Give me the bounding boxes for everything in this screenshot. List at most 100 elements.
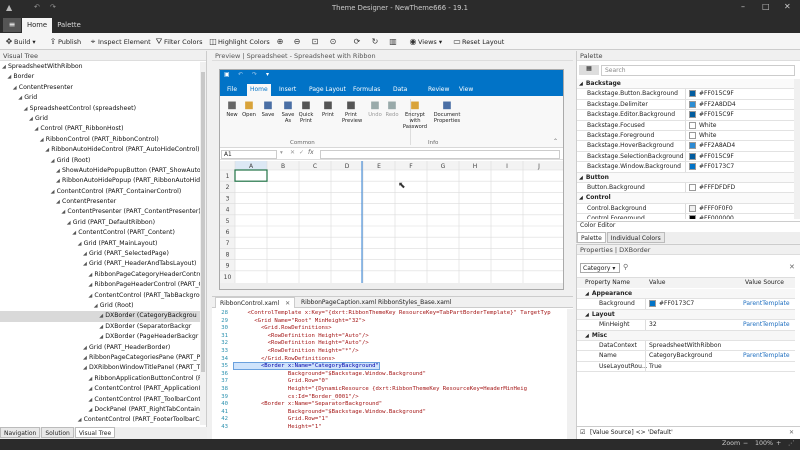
row-header[interactable]: 5 (226, 218, 230, 225)
ribbon-button[interactable]: ■ Document Properties (431, 99, 463, 124)
active-cell[interactable] (234, 169, 268, 182)
row-header[interactable]: 2 (226, 184, 230, 191)
collapse-icon[interactable]: ◢ (585, 312, 589, 318)
property-value[interactable]: 32 (645, 320, 657, 330)
ribbon-button[interactable]: ■ Save As (279, 99, 297, 124)
tree-item[interactable]: ◢ DXBorder (CategoryBackgrou (0, 311, 200, 322)
ribbon-button[interactable]: ■ Print (319, 99, 337, 118)
tree-item[interactable]: ◢ Control (PART_RibbonHost) (0, 124, 200, 134)
collapse-icon[interactable]: ◢ (579, 81, 583, 87)
tree-item[interactable]: ◢ Grid (Root) (0, 156, 200, 166)
tree-item[interactable]: ◢ Grid (PART_DefaultRibbon) (0, 218, 200, 228)
palette-group-header[interactable]: ◢ Button (577, 172, 794, 183)
palette-row[interactable]: Backstage.SelectionBackground #FF015C9F (577, 151, 794, 163)
inspect-element-button[interactable]: ⌖ Inspect Element (88, 35, 151, 48)
tab-close-icon[interactable]: ✕ (283, 300, 290, 307)
editor-tab[interactable]: RibbonPageCaption.xaml (297, 297, 380, 308)
palette-row[interactable]: Button.Background #FFFDFDFD (577, 182, 794, 194)
tree-item[interactable]: ◢ Grid (Root) (0, 301, 200, 311)
sheet-grid[interactable]: A B C D E F G H I J12345678910⬉ (220, 161, 563, 289)
column-header[interactable]: D (345, 163, 350, 170)
ribbon-button[interactable]: ■ Open (240, 99, 258, 118)
column-header[interactable]: B (281, 163, 285, 170)
column-header[interactable]: E (377, 163, 381, 170)
zoom-actual-button[interactable]: ⊙ (328, 35, 338, 48)
rotate-button[interactable]: ↻ (370, 35, 380, 48)
palette-row[interactable]: Backstage.Button.Background #FF015C9F (577, 89, 794, 100)
tree-item[interactable]: ◢ RibbonAutoHidePopup (PART_RibbonAutoHid… (0, 176, 200, 186)
sort-mode-select[interactable]: Category ▾ (580, 263, 620, 273)
tree-item[interactable]: ◢ DockPanel (PART_RightTabContainer (0, 405, 200, 415)
tree-item[interactable]: ◢ DXBorder (PageHeaderBackgr (0, 332, 200, 342)
property-section-header[interactable]: ◢ Layout (577, 309, 795, 321)
tree-item[interactable]: ◢ SpreadsheetWithRibbon (0, 62, 200, 72)
palette-row[interactable]: Control.Foreground #FF000000 (577, 214, 794, 219)
tree-item[interactable]: ◢ ContentControl (PART_ToolbarConte (0, 395, 200, 405)
palette-search-input[interactable]: Search (601, 65, 795, 76)
ribbon-tab[interactable]: Review (425, 84, 452, 96)
property-section-header[interactable]: ◢ Appearance (577, 289, 795, 300)
publish-button[interactable]: ⇪ Publish (48, 35, 82, 48)
property-row[interactable]: UseLayoutRou... True (577, 361, 795, 373)
tab-solution[interactable]: Solution (41, 427, 74, 438)
tree-item[interactable]: ◢ RibbonPageCategoriesPane (PART_P (0, 353, 200, 363)
formula-cancel-icon[interactable]: ✕ (290, 149, 295, 156)
tree-item[interactable]: ◢ Grid (0, 114, 200, 124)
properties-search-icon[interactable]: ⚲ (623, 263, 628, 271)
ribbon-tab[interactable]: Formulas (350, 84, 383, 96)
palette-group-header[interactable]: ◢ Control (577, 193, 794, 204)
color-editor-header[interactable]: Color Editor (577, 221, 800, 231)
column-header[interactable]: F (409, 163, 413, 170)
property-section-header[interactable]: ◢ Misc (577, 330, 795, 341)
views-button[interactable]: ◉ Views ▾ (408, 35, 443, 48)
property-row[interactable]: DataContext SpreadsheetWithRibbon (577, 340, 795, 352)
column-header[interactable]: H (473, 163, 478, 170)
qat-redo-icon[interactable]: ↷ (252, 71, 257, 78)
palette-row[interactable]: Backstage.Editor.Background #FF015C9F (577, 110, 794, 121)
palette-color-value[interactable]: #FFFDFDFD (685, 182, 735, 193)
ribbon-button[interactable]: ■ Quick Print (297, 99, 315, 124)
ribbon-collapse-icon[interactable]: ⌃ (553, 138, 558, 145)
tree-item[interactable]: ◢ ContentControl (PART_FooterToolbarCo (0, 415, 200, 425)
palette-color-value[interactable]: #FF0173C7 (685, 162, 734, 172)
property-row[interactable]: Name CategoryBackground ParentTemplate (577, 351, 795, 362)
tree-item[interactable]: ◢ Grid (PART_HeaderBorder) (0, 343, 200, 353)
row-header[interactable]: 8 (226, 251, 230, 258)
collapse-icon[interactable]: ◢ (579, 175, 583, 181)
palette-row[interactable]: Backstage.HoverBackground #FF2A8AD4 (577, 141, 794, 152)
palette-view-toggle-icon[interactable]: ▦ (579, 65, 599, 75)
zoom-fit-button[interactable]: ⊡ (310, 35, 320, 48)
tree-item[interactable]: ◢ ContentControl (PART_ContainerControl) (0, 187, 200, 197)
collapse-icon[interactable]: ◢ (585, 291, 589, 297)
palette-color-value[interactable]: #FF2A8DD4 (685, 99, 736, 110)
column-header[interactable]: C (313, 163, 317, 170)
editor-tab[interactable]: RibbonStyles_Base.xaml (374, 297, 455, 308)
property-row[interactable]: Background #FF0173C7 ParentTemplate (577, 299, 795, 310)
property-row[interactable]: MinHeight 32 ParentTemplate (577, 320, 795, 331)
property-value-source[interactable]: ParentTemplate (743, 299, 790, 308)
formula-enter-icon[interactable]: ✓ (299, 149, 304, 156)
tree-item[interactable]: ◢ RibbonApplicationButtonControl (P (0, 374, 200, 384)
filter-clear-icon[interactable]: ✕ (789, 427, 794, 438)
qat-undo-icon[interactable]: ↶ (238, 71, 243, 78)
ribbon-button[interactable]: ■ Encrypt with Password (399, 99, 431, 130)
property-value-source[interactable]: ParentTemplate (743, 320, 790, 329)
tree-item[interactable]: ◢ Grid (PART_HeaderAndTabsLayout) (0, 259, 200, 269)
tree-item[interactable]: ◢ RibbonPageCategoryHeaderControl (0, 270, 200, 280)
property-value[interactable]: SpreadsheetWithRibbon (645, 340, 721, 351)
tree-item[interactable]: ◢ Border (0, 72, 200, 82)
tree-item[interactable]: ◢ ContentPresenter (PART_ContentPresenter… (0, 207, 200, 217)
tree-item[interactable]: ◢ ShowAutoHidePopupButton (PART_ShowAutoH… (0, 166, 200, 176)
split-view-button[interactable]: ▥ (388, 35, 398, 48)
tab-individual-colors[interactable]: Individual Colors (606, 232, 665, 243)
maximize-icon[interactable]: □ (762, 2, 770, 11)
tree-item[interactable]: ◢ Grid (0, 93, 200, 103)
tab-home[interactable]: Home (22, 18, 52, 33)
tree-item[interactable]: ◢ SpreadsheetControl (spreadsheet) (0, 104, 200, 114)
column-header[interactable]: J (537, 163, 540, 170)
zoom-out-status-icon[interactable]: − (743, 440, 748, 447)
tree-item[interactable]: ◢ Grid (PART_SelectedPage) (0, 249, 200, 259)
row-header[interactable]: 1 (226, 173, 230, 180)
palette-color-value[interactable]: #FF015C9F (685, 89, 734, 99)
ribbon-button[interactable]: ■ Print Preview (342, 99, 362, 124)
